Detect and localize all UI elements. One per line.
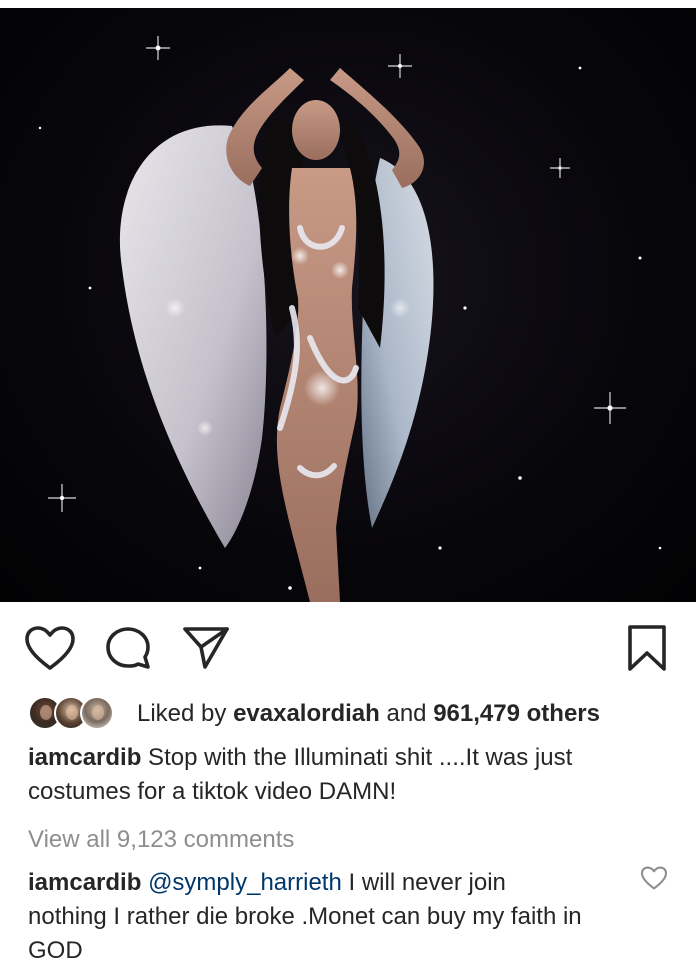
avatar (80, 696, 114, 730)
likes-row: Liked by evaxalordiah and 961,479 others (28, 694, 688, 734)
heart-outline-icon[interactable] (24, 625, 76, 676)
likes-middle: and (379, 700, 434, 727)
likes-count[interactable]: 961,479 others (433, 700, 600, 727)
post-caption: iamcardib Stop with the Illuminati shit … (28, 741, 658, 809)
comment-bubble-icon[interactable] (104, 625, 152, 676)
comment-mention[interactable]: @symply_harrieth (148, 869, 342, 896)
top-strip (0, 0, 696, 8)
liker-avatars[interactable] (28, 696, 128, 732)
comment-username[interactable]: iamcardib (28, 869, 141, 896)
post-photo-illustration (38, 36, 662, 602)
head (292, 100, 340, 160)
view-all-comments-link[interactable]: View all 9,123 comments (28, 826, 294, 854)
comment-heart-icon[interactable] (640, 866, 668, 895)
likes-prefix: Liked by (137, 700, 234, 727)
post-actions-bar (0, 602, 696, 690)
caption-username[interactable]: iamcardib (28, 744, 141, 771)
paper-plane-icon[interactable] (181, 625, 231, 676)
comment-item: iamcardib @symply_harrieth I will never … (28, 866, 588, 968)
bookmark-icon[interactable] (626, 623, 668, 678)
likes-summary[interactable]: Liked by evaxalordiah and 961,479 others (137, 700, 600, 728)
liker-username[interactable]: evaxalordiah (233, 700, 380, 727)
left-wing (119, 125, 267, 548)
post-image[interactable] (0, 8, 696, 602)
